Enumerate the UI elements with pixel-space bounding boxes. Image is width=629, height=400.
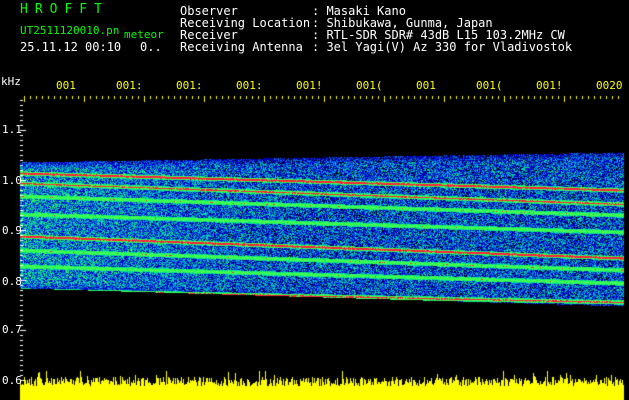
time-tick-label: 0020 [596, 79, 623, 92]
freq-tick-label: 1.1 [2, 123, 22, 136]
time-tick-label: 001: [236, 79, 263, 92]
antenna-label: Receiving Antenna [180, 40, 303, 54]
freq-tick-label: 0.7 [2, 323, 22, 336]
time-tick-label: 001: [176, 79, 203, 92]
freq-tick-label: 0.9 [2, 224, 22, 237]
app-title: HROFFT [20, 2, 109, 17]
antenna-value: : 3el Yagi(V) Az 330 for Vladivostok [312, 40, 573, 54]
datetime-label: 25.11.12 00:10 [20, 40, 122, 54]
time-tick-label: 001! [296, 79, 323, 92]
time-tick-label: 001 [56, 79, 76, 92]
spectrogram-canvas [0, 0, 629, 400]
time-tick-label: 001( [476, 79, 503, 92]
time-tick-label: 001( [356, 79, 383, 92]
counter-label: 0.. [140, 40, 162, 54]
file-name: UT2511120010.pn [20, 24, 120, 37]
freq-tick-label: 1.0 [2, 174, 22, 187]
mode-label: meteor [124, 28, 164, 41]
time-tick-label: 001: [116, 79, 143, 92]
hrofft-window: HROFFT UT2511120010.pn meteor 25.11.12 0… [0, 0, 629, 400]
time-tick-label: 001! [536, 79, 563, 92]
freq-tick-label: 0.8 [2, 275, 22, 288]
freq-tick-label: 0.6 [2, 374, 22, 387]
freq-unit-label: kHz [1, 75, 21, 88]
time-tick-label: 001 [416, 79, 436, 92]
